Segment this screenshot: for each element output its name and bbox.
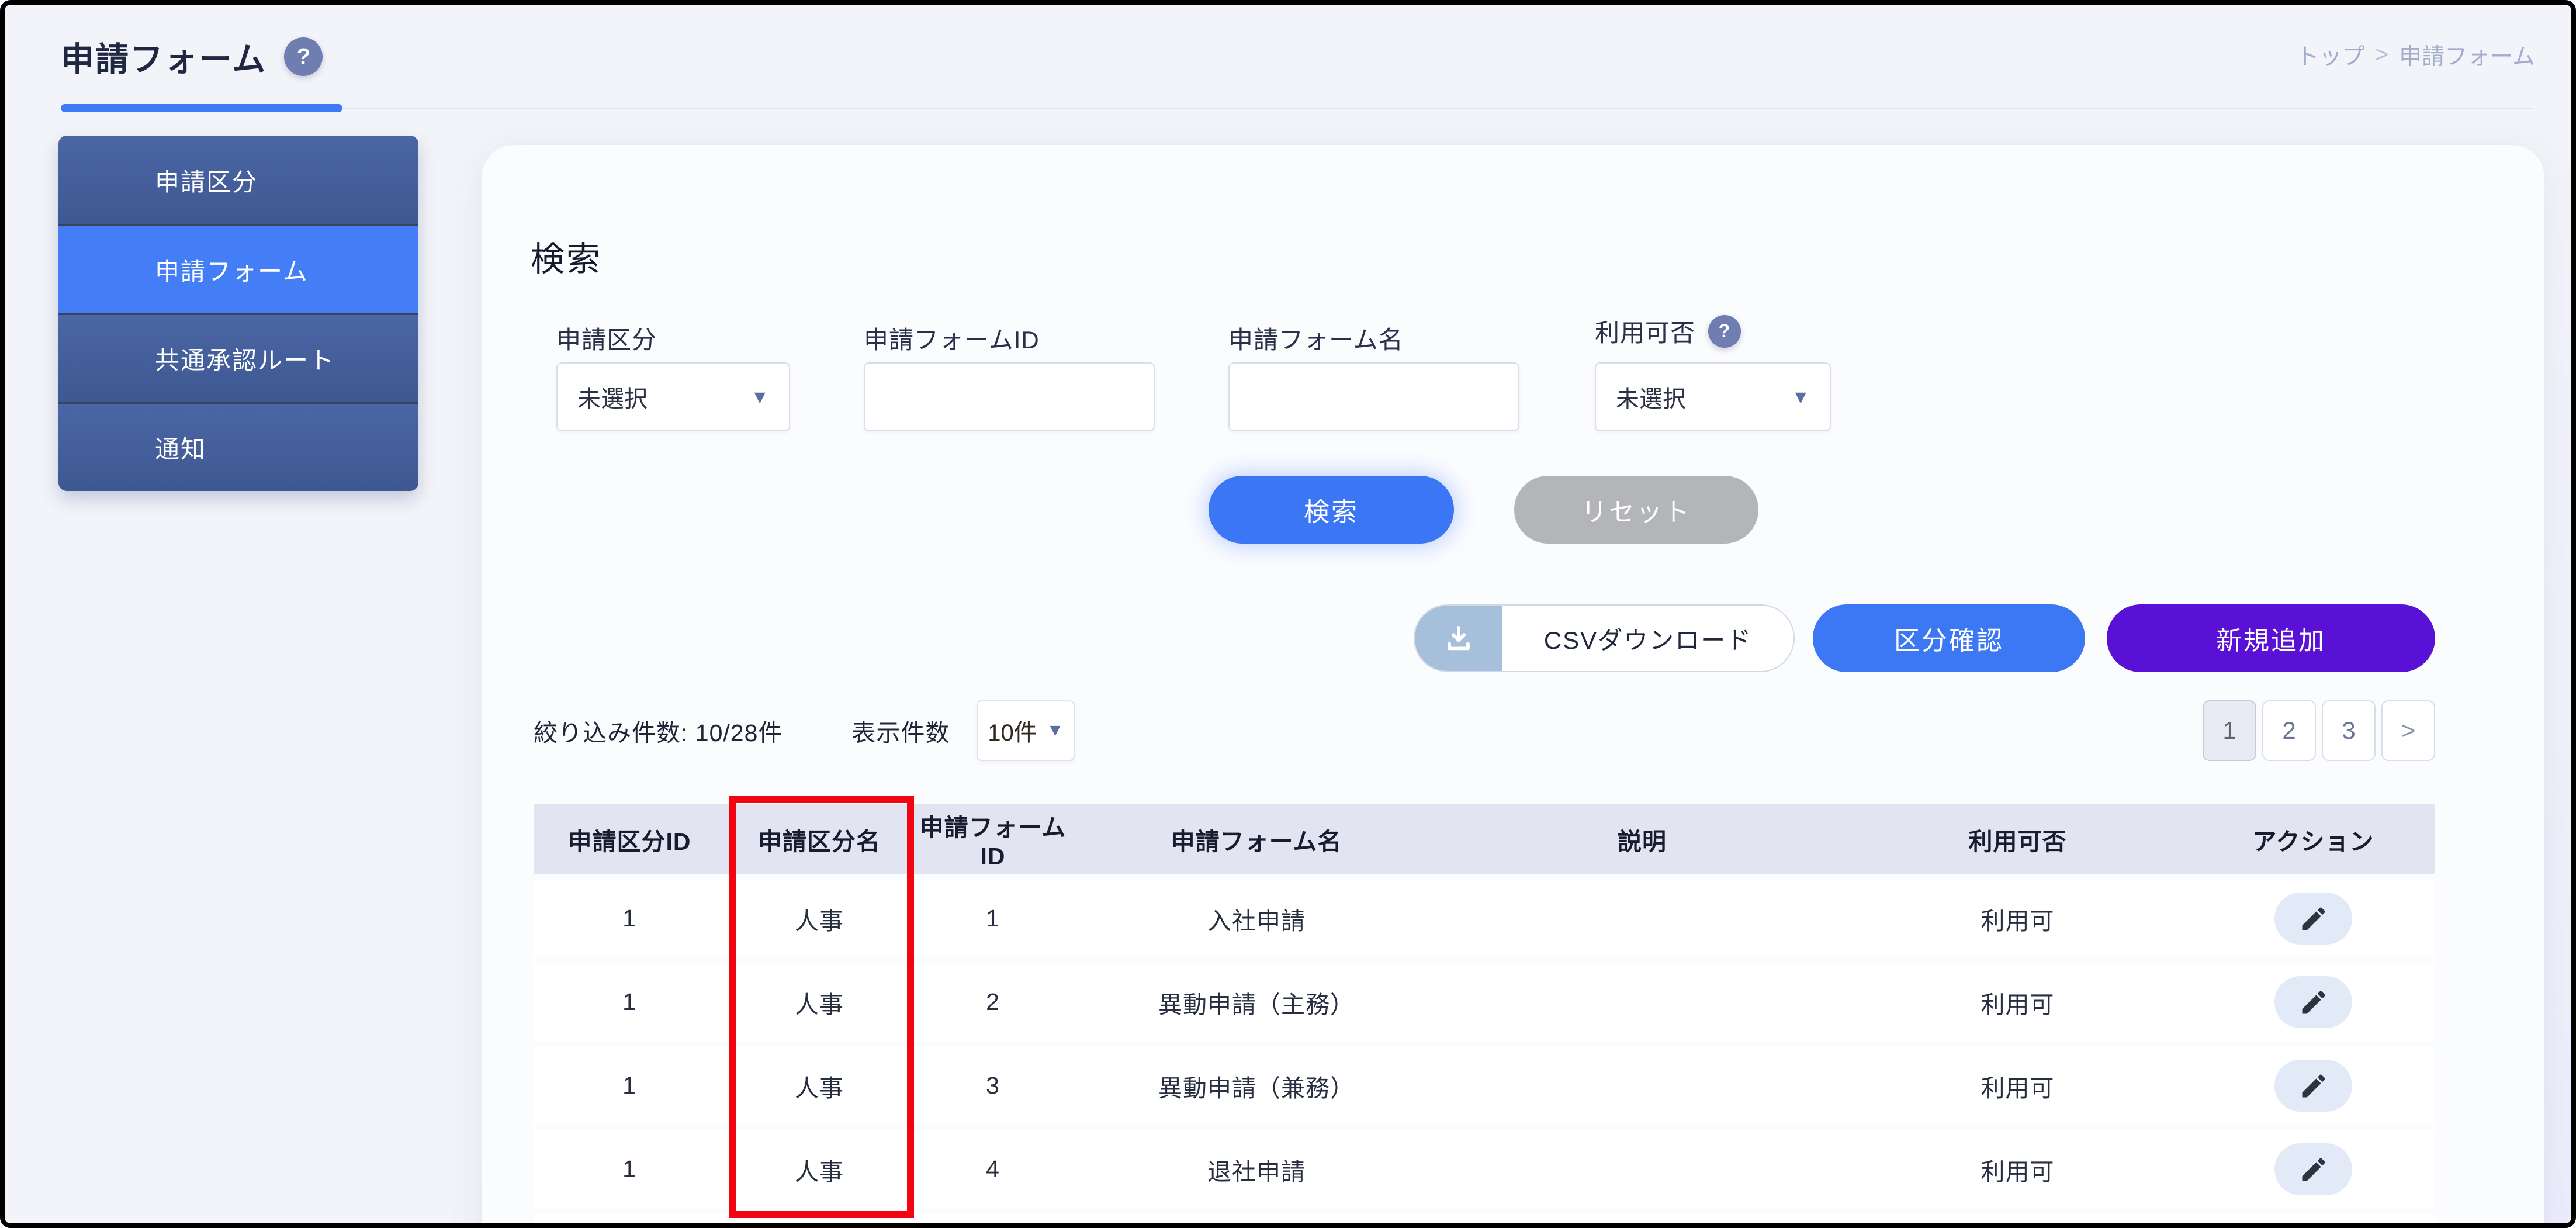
sidebar-item-application-form[interactable]: 申請フォーム (58, 224, 418, 313)
pagination-page-2[interactable]: 2 (2262, 700, 2316, 761)
col-header-availability: 利用可否 (1844, 822, 2191, 857)
chevron-down-icon: ▼ (1047, 721, 1064, 741)
pagination: 1 2 3 > (2203, 700, 2435, 761)
cell-category-name: 人事 (725, 1152, 913, 1187)
active-tab-underline (61, 104, 342, 112)
application-form-table: 申請区分ID 申請区分名 申請フォームID 申請フォーム名 説明 利用可否 アク… (534, 804, 2435, 1228)
filtered-count: 絞り込み件数: 10/28件 (534, 713, 783, 748)
breadcrumb-separator: > (2375, 42, 2388, 68)
cell-availability: 利用可 (1844, 1068, 2191, 1104)
page-title: 申請フォーム (61, 33, 266, 81)
cell-availability: 利用可 (1844, 1152, 2191, 1187)
cell-category-id: 1 (534, 988, 725, 1016)
breadcrumb-home-link[interactable]: トップ (2296, 39, 2364, 71)
search-button[interactable]: 検索 (1209, 476, 1454, 544)
availability-select-value: 未選択 (1616, 380, 1686, 414)
label-application-form-id: 申請フォームID (864, 320, 1040, 356)
main-panel: 検索 申請区分 申請フォームID 申請フォーム名 利用可否 ? 未選択 ▼ 未選… (482, 145, 2544, 1228)
table-row-partial (534, 1214, 2435, 1228)
table-row: 1 人事 3 異動申請（兼務） 利用可 (534, 1047, 2435, 1125)
table-row: 1 人事 4 退社申請 利用可 (534, 1130, 2435, 1208)
cell-category-id: 1 (534, 1156, 725, 1183)
breadcrumb: トップ > 申請フォーム (2296, 39, 2535, 71)
sidebar-item-common-approval-route[interactable]: 共通承認ルート (58, 313, 418, 402)
search-heading: 検索 (531, 231, 602, 281)
pencil-icon (2298, 1071, 2329, 1101)
sidebar: 申請区分 申請フォーム 共通承認ルート 通知 (58, 136, 418, 491)
label-application-category: 申請区分 (556, 320, 657, 356)
table-row: 1 人事 2 異動申請（主務） 利用可 (534, 963, 2435, 1041)
cell-category-id: 1 (534, 1072, 725, 1099)
edit-button[interactable] (2274, 1060, 2352, 1112)
application-category-select-value: 未選択 (577, 380, 648, 414)
col-header-category-id: 申請区分ID (534, 822, 725, 857)
cell-category-name: 人事 (725, 1068, 913, 1104)
availability-select[interactable]: 未選択 ▼ (1595, 362, 1831, 431)
cell-availability: 利用可 (1844, 985, 2191, 1020)
page-help-icon[interactable]: ? (284, 37, 323, 76)
page-size-label: 表示件数 (851, 713, 950, 748)
sidebar-item-application-category[interactable]: 申請区分 (58, 136, 418, 224)
list-controls: 絞り込み件数: 10/28件 表示件数 10件 ▼ 1 2 3 > (534, 698, 2435, 763)
cell-form-name: 退社申請 (1072, 1152, 1441, 1187)
cell-form-id: 1 (913, 905, 1072, 932)
pencil-icon (2298, 1154, 2329, 1185)
col-header-description: 説明 (1441, 822, 1844, 857)
col-header-form-id: 申請フォームID (913, 808, 1072, 870)
pagination-page-3[interactable]: 3 (2322, 700, 2376, 761)
cell-form-name: 異動申請（兼務） (1072, 1068, 1441, 1104)
col-header-category-name: 申請区分名 (725, 822, 913, 857)
cell-category-name: 人事 (725, 901, 913, 936)
cell-availability: 利用可 (1844, 901, 2191, 936)
pencil-icon (2298, 987, 2329, 1018)
add-new-button[interactable]: 新規追加 (2107, 604, 2435, 672)
app-window: 申請フォーム ? トップ > 申請フォーム 申請区分 申請フォーム 共通承認ルー… (0, 0, 2576, 1228)
download-icon (1415, 606, 1502, 671)
cell-form-id: 4 (913, 1156, 1072, 1183)
availability-help-icon[interactable]: ? (1708, 315, 1741, 348)
pencil-icon (2298, 904, 2329, 934)
label-availability-text: 利用可否 (1595, 313, 1695, 349)
application-form-name-input[interactable] (1228, 362, 1519, 431)
label-availability: 利用可否 ? (1595, 313, 1741, 349)
cell-form-name: 異動申請（主務） (1072, 985, 1441, 1020)
col-header-action: アクション (2191, 822, 2435, 857)
edit-button[interactable] (2274, 976, 2352, 1028)
table-header-row: 申請区分ID 申請区分名 申請フォームID 申請フォーム名 説明 利用可否 アク… (534, 804, 2435, 874)
application-category-select[interactable]: 未選択 ▼ (556, 362, 790, 431)
csv-download-label: CSVダウンロード (1502, 606, 1793, 671)
col-header-form-name: 申請フォーム名 (1072, 822, 1441, 857)
table-row: 1 人事 1 入社申請 利用可 (534, 880, 2435, 957)
cell-form-id: 3 (913, 1072, 1072, 1099)
breadcrumb-current: 申請フォーム (2399, 39, 2535, 71)
pagination-page-1[interactable]: 1 (2203, 700, 2256, 761)
cell-category-id: 1 (534, 905, 725, 932)
edit-button[interactable] (2274, 893, 2352, 945)
pagination-next-button[interactable]: > (2381, 700, 2435, 761)
cell-form-name: 入社申請 (1072, 901, 1441, 936)
chevron-down-icon: ▼ (750, 386, 769, 408)
csv-download-button[interactable]: CSVダウンロード (1414, 604, 1795, 672)
page-size-value: 10件 (988, 714, 1037, 748)
chevron-down-icon: ▼ (1791, 386, 1810, 408)
cell-form-id: 2 (913, 988, 1072, 1016)
category-check-button[interactable]: 区分確認 (1813, 604, 2085, 672)
reset-button[interactable]: リセット (1514, 476, 1758, 544)
application-form-id-input[interactable] (864, 362, 1155, 431)
edit-button[interactable] (2274, 1143, 2352, 1195)
label-application-form-name: 申請フォーム名 (1228, 320, 1404, 356)
sidebar-item-notification[interactable]: 通知 (58, 402, 418, 491)
cell-category-name: 人事 (725, 985, 913, 1020)
header-divider (61, 108, 2533, 109)
page-size-select[interactable]: 10件 ▼ (977, 700, 1075, 761)
page-header: 申請フォーム ? (61, 33, 323, 81)
